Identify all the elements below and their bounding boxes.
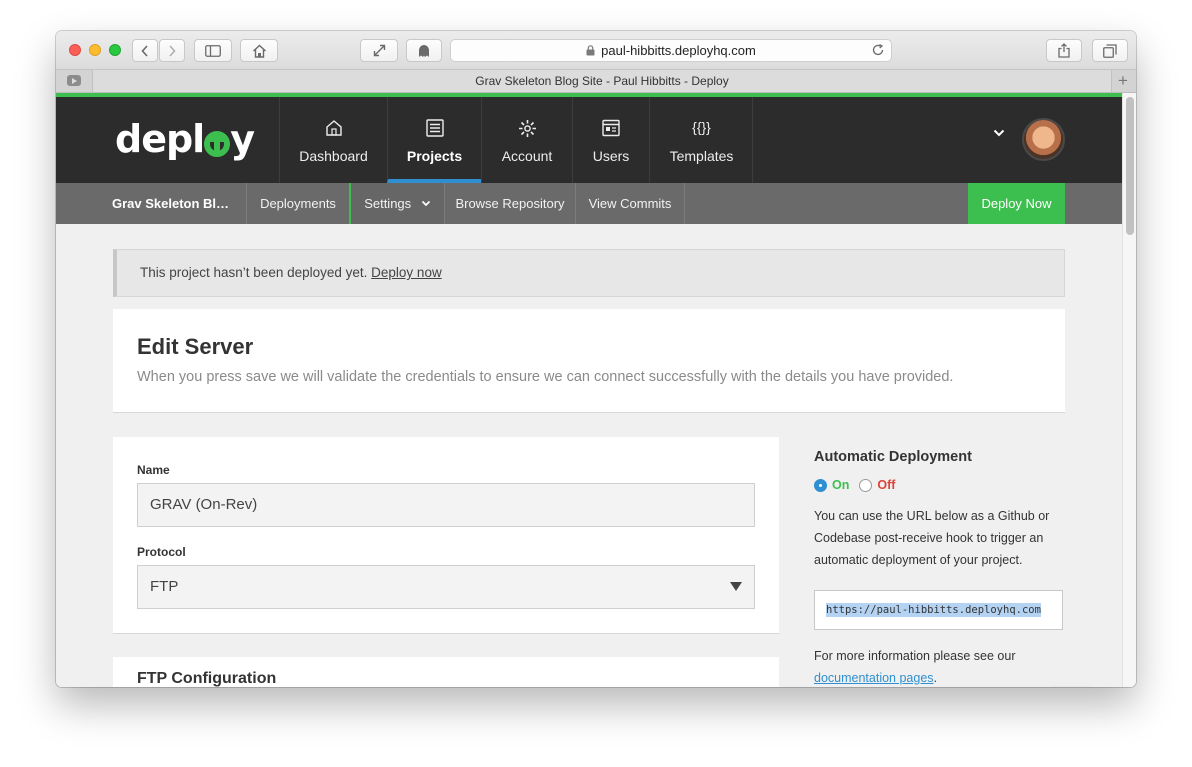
sidebar-toggle-button[interactable]: [194, 39, 232, 62]
auto-deploy-off-radio[interactable]: [859, 478, 873, 492]
page-scrollbar[interactable]: [1122, 93, 1136, 687]
lock-icon: [586, 45, 595, 56]
subnav-settings[interactable]: Settings: [349, 183, 445, 224]
deploy-now-button[interactable]: Deploy Now: [968, 183, 1065, 224]
fullscreen-button[interactable]: [360, 39, 398, 62]
page-viewport: depl y Dashboard Projects Account Users {…: [56, 93, 1136, 687]
tabs-overview-button[interactable]: [1092, 39, 1128, 62]
subnav-settings-label: Settings: [364, 196, 412, 211]
ghostery-icon: [419, 44, 429, 57]
tab-bar: Grav Skeleton Blog Site - Paul Hibbitts …: [56, 70, 1136, 93]
automatic-deployment-panel: Automatic Deployment On Off You can use …: [814, 449, 1064, 685]
ftp-config-section: FTP Configuration: [113, 657, 779, 687]
nav-divider: [752, 97, 753, 183]
tab-active[interactable]: Grav Skeleton Blog Site - Paul Hibbitts …: [92, 70, 1112, 92]
logo-text-end: y: [230, 117, 255, 161]
nav-label: Dashboard: [299, 148, 368, 164]
browser-toolbar: paul-hibbitts.deployhq.com: [56, 31, 1136, 70]
subnav-deployments[interactable]: Deployments: [247, 183, 350, 224]
project-name-link[interactable]: Grav Skeleton Bl…: [56, 183, 247, 224]
off-label[interactable]: Off: [877, 478, 895, 492]
edit-server-header: Edit Server When you press save we will …: [113, 309, 1065, 413]
page-subtitle: When you press save we will validate the…: [137, 369, 954, 385]
logo-text: depl: [115, 117, 205, 161]
home-icon: [252, 44, 266, 58]
page-title: Edit Server: [137, 334, 254, 359]
reload-icon[interactable]: [871, 43, 885, 57]
chevron-down-icon: [421, 200, 430, 207]
section-title: FTP Configuration: [137, 670, 277, 687]
user-avatar[interactable]: [1022, 118, 1065, 161]
close-window-button[interactable]: [69, 44, 81, 56]
chevron-left-icon: [141, 44, 148, 57]
name-label: Name: [137, 463, 170, 477]
url-text: paul-hibbitts.deployhq.com: [601, 43, 756, 58]
forward-button[interactable]: [159, 39, 185, 62]
protocol-select[interactable]: FTP: [137, 565, 755, 609]
project-list-icon: [425, 119, 444, 137]
panel-title: Automatic Deployment: [814, 449, 972, 465]
panel-description: You can use the URL below as a Github or…: [814, 509, 1050, 567]
project-subnav: Grav Skeleton Bl… Deployments Settings B…: [56, 183, 1122, 224]
minimize-window-button[interactable]: [89, 44, 101, 56]
deploy-logo[interactable]: depl y: [115, 117, 255, 161]
back-button[interactable]: [132, 39, 158, 62]
share-icon: [1058, 43, 1070, 58]
notice-text: This project hasn’t been deployed yet.: [140, 265, 368, 280]
house-icon: [325, 120, 342, 136]
new-tab-button[interactable]: +: [1114, 70, 1132, 92]
braces-icon: {{}}: [692, 119, 711, 135]
not-deployed-notice: This project hasn’t been deployed yet. D…: [113, 249, 1065, 297]
nav-users[interactable]: Users: [572, 97, 649, 183]
nav-label: Users: [592, 148, 630, 164]
nav-dashboard[interactable]: Dashboard: [279, 97, 387, 183]
more-info-text: For more information please see our docu…: [814, 645, 1054, 687]
expand-arrows-icon: [373, 44, 385, 57]
auto-deploy-toggle: On Off: [814, 478, 1064, 492]
sidebar-icon: [205, 44, 221, 57]
dropdown-arrow-icon: [730, 582, 742, 591]
chevron-down-icon[interactable]: [993, 129, 1005, 137]
nav-templates[interactable]: {{}} Templates: [649, 97, 753, 183]
subnav-view-commits[interactable]: View Commits: [576, 183, 685, 224]
nav-label: Account: [501, 148, 553, 164]
auto-deploy-on-radio[interactable]: [814, 478, 827, 492]
on-label[interactable]: On: [832, 478, 849, 492]
protocol-selected-value: FTP: [150, 578, 179, 595]
tabs-icon: [1103, 43, 1117, 58]
browser-window: paul-hibbitts.deployhq.com Grav Skeleton…: [56, 31, 1136, 687]
name-input[interactable]: GRAV (On-Rev): [137, 483, 755, 527]
gear-icon: [518, 120, 536, 137]
documentation-link[interactable]: documentation pages: [814, 671, 934, 685]
nav-label: Templates: [669, 148, 734, 164]
hook-url-field[interactable]: https://paul-hibbitts.deployhq.com: [814, 590, 1063, 630]
nav-label: Projects: [406, 148, 463, 164]
subnav-browse-repository[interactable]: Browse Repository: [445, 183, 576, 224]
logo-upload-arrow-icon: [204, 117, 231, 161]
zoom-window-button[interactable]: [109, 44, 121, 56]
extension-button[interactable]: [406, 39, 442, 62]
users-card-icon: [602, 119, 620, 137]
scrollbar-thumb[interactable]: [1126, 97, 1134, 235]
home-button[interactable]: [240, 39, 278, 62]
more-info-end: .: [933, 671, 938, 685]
chevron-right-icon: [169, 44, 176, 57]
server-form: Name GRAV (On-Rev) Protocol FTP: [113, 437, 779, 634]
deploy-now-link[interactable]: Deploy now: [371, 265, 442, 280]
pinned-tab-youtube-icon[interactable]: [67, 75, 81, 86]
hook-url-text[interactable]: https://paul-hibbitts.deployhq.com: [826, 603, 1041, 617]
share-button[interactable]: [1046, 39, 1082, 62]
nav-account[interactable]: Account: [481, 97, 572, 183]
address-bar[interactable]: paul-hibbitts.deployhq.com: [450, 39, 892, 62]
main-navigation: depl y Dashboard Projects Account Users {…: [56, 97, 1122, 183]
nav-projects[interactable]: Projects: [387, 97, 481, 183]
protocol-label: Protocol: [137, 545, 186, 559]
more-info-label: For more information please see our: [814, 649, 1016, 663]
